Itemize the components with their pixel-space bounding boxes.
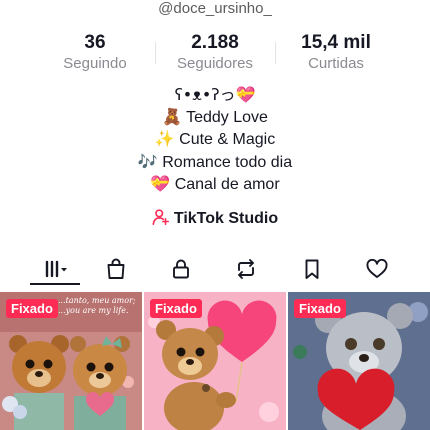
tab-videos[interactable] <box>30 252 80 286</box>
following-label: Seguindo <box>63 55 127 72</box>
pinned-badge: Fixado <box>150 299 202 318</box>
likes-label: Curtidas <box>308 55 364 72</box>
sparkles-icon: ✨ <box>154 129 175 148</box>
likes-stat[interactable]: 15,4 mil Curtidas <box>276 32 396 74</box>
username: @doce_ursinho_ <box>158 0 272 17</box>
bio-line: 💝 Canal de amor <box>0 173 430 196</box>
tab-favorites[interactable] <box>287 252 337 286</box>
active-tab-indicator <box>30 283 80 285</box>
following-stat[interactable]: 36 Seguindo <box>35 32 155 74</box>
bio-text: Romance todo dia <box>162 153 293 171</box>
tab-private[interactable] <box>156 252 206 286</box>
bio-text: Cute & Magic <box>179 131 276 148</box>
following-count: 36 <box>84 32 106 53</box>
tab-reposts[interactable] <box>221 252 271 286</box>
tab-liked[interactable] <box>352 252 402 286</box>
video-grid: ...tanto, meu amor; ...you are my life. … <box>0 292 430 430</box>
bio-line: 🧸 Teddy Love <box>0 106 430 129</box>
bio-text: Canal de amor <box>174 176 280 193</box>
bio: ʕ•ᴥ•ʔっ💝 🧸 Teddy Love ✨ Cute & Magic 🎶 Ro… <box>0 84 430 196</box>
video-thumbnail[interactable]: Fixado <box>144 292 286 430</box>
tiktok-studio-label: TikTok Studio <box>173 210 279 227</box>
bookmark-icon <box>305 259 319 279</box>
heart-icon <box>366 258 388 278</box>
videos-grid-icon <box>45 260 67 278</box>
lock-icon <box>173 259 189 279</box>
followers-label: Seguidores <box>177 55 253 72</box>
shopping-bag-icon <box>107 258 125 279</box>
tiktok-studio-link[interactable]: TikTok Studio <box>0 208 430 230</box>
teddy-bear-icon: 🧸 <box>162 106 182 126</box>
stats-row: 36 Seguindo 2.188 Seguidores 15,4 mil Cu… <box>0 32 430 76</box>
video-thumbnail[interactable]: ...tanto, meu amor; ...you are my life. … <box>0 292 142 430</box>
bio-line: ✨ Cute & Magic <box>0 128 430 151</box>
bio-line: 🎶 Romance todo dia <box>0 151 430 174</box>
likes-count: 15,4 mil <box>301 32 371 53</box>
pinned-badge: Fixado <box>294 299 346 318</box>
pinned-badge: Fixado <box>6 299 58 318</box>
bio-line-kaomoji: ʕ•ᴥ•ʔっ💝 <box>174 85 256 104</box>
bio-text: Teddy Love <box>186 108 268 126</box>
video-thumbnail[interactable]: Fixado <box>288 292 430 430</box>
music-notes-icon: 🎶 <box>137 151 158 171</box>
person-plus-icon <box>152 209 169 226</box>
tab-shop[interactable] <box>91 252 141 286</box>
heart-ribbon-icon: 💝 <box>150 174 171 193</box>
video-caption: ...tanto, meu amor; ...you are my life. <box>58 296 136 315</box>
repost-icon <box>238 259 254 279</box>
profile-tabs <box>0 252 430 286</box>
followers-count: 2.188 <box>191 32 239 53</box>
followers-stat[interactable]: 2.188 Seguidores <box>155 32 275 74</box>
